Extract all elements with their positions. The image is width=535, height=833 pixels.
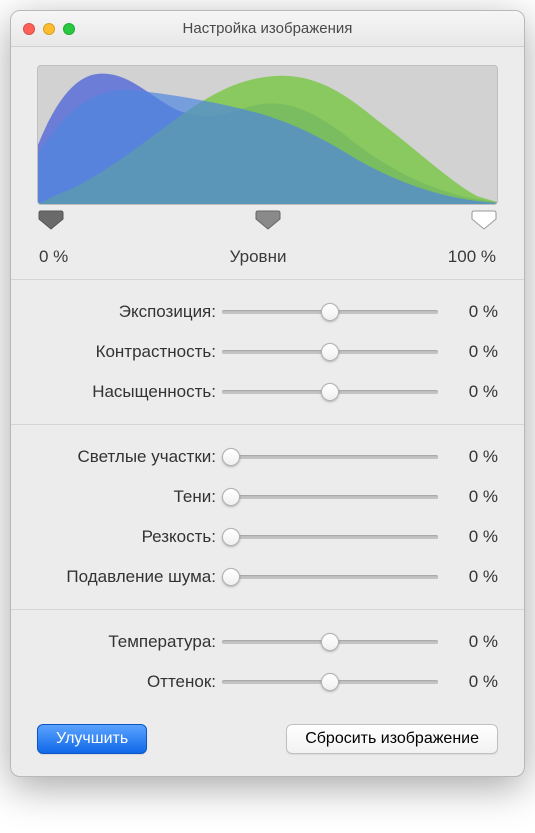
histogram-svg [38, 66, 497, 204]
slider-label-contrast: Контрастность: [37, 342, 222, 362]
window-title: Настройка изображения [11, 20, 524, 37]
slider-exposure[interactable] [222, 301, 438, 323]
levels-handle-white[interactable] [470, 209, 498, 231]
slider-label-highlights: Светлые участки: [37, 447, 222, 467]
slider-thumb-highlights[interactable] [222, 448, 240, 466]
levels-slider[interactable] [37, 211, 498, 239]
slider-value-exposure: 0 % [438, 302, 498, 322]
divider [11, 609, 524, 610]
slider-highlights[interactable] [222, 446, 438, 468]
slider-thumb-temperature[interactable] [321, 633, 339, 651]
divider [11, 279, 524, 280]
titlebar[interactable]: Настройка изображения [11, 11, 524, 47]
button-row: Улучшить Сбросить изображение [37, 724, 498, 754]
levels-handle-black[interactable] [37, 209, 65, 231]
slider-label-tint: Оттенок: [37, 672, 222, 692]
slider-value-shadows: 0 % [438, 487, 498, 507]
slider-row-highlights: Светлые участки: 0 % [37, 437, 498, 477]
slider-contrast[interactable] [222, 341, 438, 363]
content-area: 0 % Уровни 100 % Экспозиция:0 %Контрастн… [11, 47, 524, 776]
slider-row-denoise: Подавление шума: 0 % [37, 557, 498, 597]
slider-value-denoise: 0 % [438, 567, 498, 587]
slider-row-exposure: Экспозиция: 0 % [37, 292, 498, 332]
slider-label-temperature: Температура: [37, 632, 222, 652]
image-adjustments-window: Настройка изображения 0 % Уровни [10, 10, 525, 777]
minimize-icon[interactable] [43, 23, 55, 35]
slider-label-saturation: Насыщенность: [37, 382, 222, 402]
slider-row-temperature: Температура: 0 % [37, 622, 498, 662]
slider-value-highlights: 0 % [438, 447, 498, 467]
slider-temperature[interactable] [222, 631, 438, 653]
slider-row-contrast: Контрастность: 0 % [37, 332, 498, 372]
levels-center-label: Уровни [230, 247, 287, 267]
levels-right-label: 100 % [448, 247, 496, 267]
slider-value-saturation: 0 % [438, 382, 498, 402]
levels-labels: 0 % Уровни 100 % [37, 239, 498, 267]
slider-thumb-sharpness[interactable] [222, 528, 240, 546]
slider-row-sharpness: Резкость: 0 % [37, 517, 498, 557]
slider-value-sharpness: 0 % [438, 527, 498, 547]
slider-thumb-tint[interactable] [321, 673, 339, 691]
slider-row-shadows: Тени: 0 % [37, 477, 498, 517]
levels-handle-gamma[interactable] [254, 209, 282, 231]
window-controls [11, 23, 75, 35]
slider-row-tint: Оттенок: 0 % [37, 662, 498, 702]
slider-shadows[interactable] [222, 486, 438, 508]
divider [11, 424, 524, 425]
slider-sharpness[interactable] [222, 526, 438, 548]
slider-tint[interactable] [222, 671, 438, 693]
slider-thumb-denoise[interactable] [222, 568, 240, 586]
slider-thumb-shadows[interactable] [222, 488, 240, 506]
slider-saturation[interactable] [222, 381, 438, 403]
slider-row-saturation: Насыщенность: 0 % [37, 372, 498, 412]
levels-left-label: 0 % [39, 247, 68, 267]
slider-value-temperature: 0 % [438, 632, 498, 652]
slider-value-contrast: 0 % [438, 342, 498, 362]
enhance-button[interactable]: Улучшить [37, 724, 147, 754]
slider-label-denoise: Подавление шума: [37, 567, 222, 587]
slider-thumb-exposure[interactable] [321, 303, 339, 321]
close-icon[interactable] [23, 23, 35, 35]
slider-label-exposure: Экспозиция: [37, 302, 222, 322]
sliders-container: Экспозиция:0 %Контрастность:0 %Насыщенно… [37, 292, 498, 702]
reset-button[interactable]: Сбросить изображение [286, 724, 498, 754]
slider-thumb-contrast[interactable] [321, 343, 339, 361]
histogram [37, 65, 498, 205]
zoom-icon[interactable] [63, 23, 75, 35]
slider-label-shadows: Тени: [37, 487, 222, 507]
slider-thumb-saturation[interactable] [321, 383, 339, 401]
slider-value-tint: 0 % [438, 672, 498, 692]
slider-label-sharpness: Резкость: [37, 527, 222, 547]
slider-denoise[interactable] [222, 566, 438, 588]
